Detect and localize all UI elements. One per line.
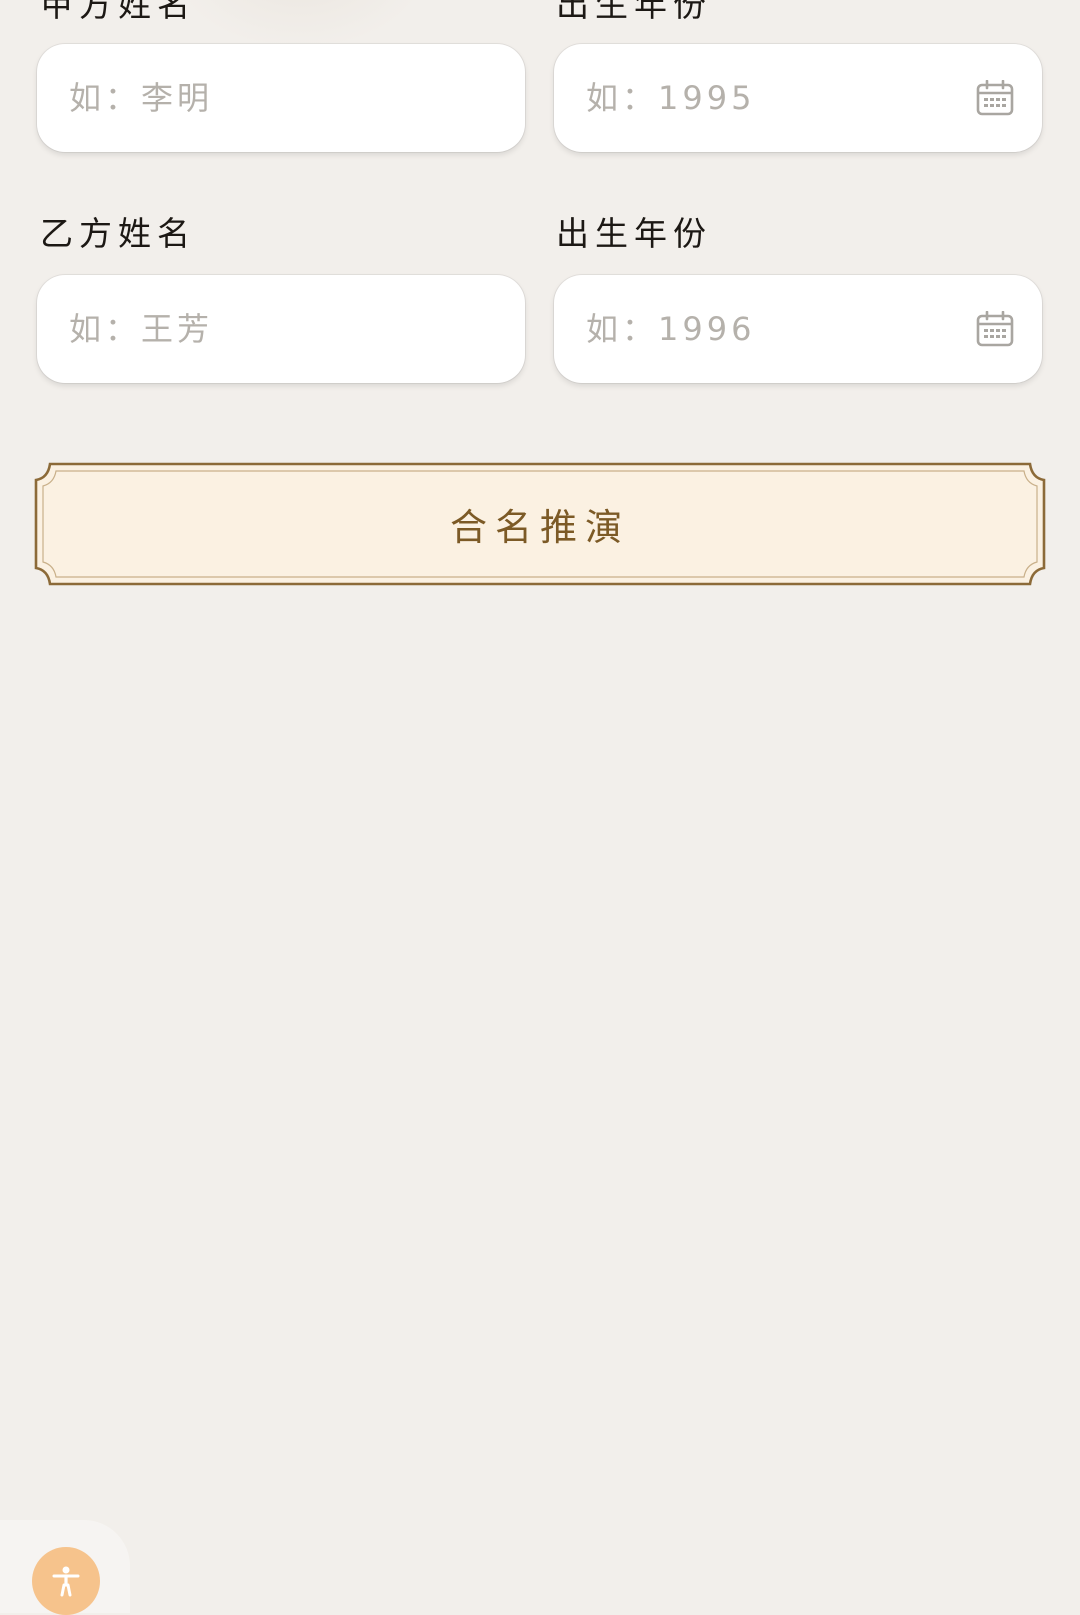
submit-button[interactable]: 合名推演 <box>34 462 1046 586</box>
party-b-year-input-box[interactable] <box>554 275 1042 383</box>
party-a-name-input[interactable] <box>69 44 449 152</box>
party-b-year-label: 出生年份 <box>556 214 712 253</box>
submit-button-label: 合名推演 <box>450 506 630 549</box>
party-b-name-input[interactable] <box>69 275 449 383</box>
party-a-year-input[interactable] <box>586 44 966 152</box>
party-a-name-input-box[interactable] <box>37 44 525 152</box>
background-flower-decoration <box>170 0 430 50</box>
party-a-year-label: 出生年份 <box>556 0 712 24</box>
party-a-year-input-box[interactable] <box>554 44 1042 152</box>
calendar-icon[interactable] <box>976 311 1014 347</box>
party-b-year-input[interactable] <box>586 275 966 383</box>
calendar-icon[interactable] <box>976 80 1014 116</box>
party-b-name-label: 乙方姓名 <box>40 214 196 253</box>
accessibility-person-icon <box>52 1566 80 1597</box>
party-a-name-label: 甲方姓名 <box>40 0 196 24</box>
accessibility-button[interactable] <box>32 1547 100 1615</box>
party-b-name-input-box[interactable] <box>37 275 525 383</box>
